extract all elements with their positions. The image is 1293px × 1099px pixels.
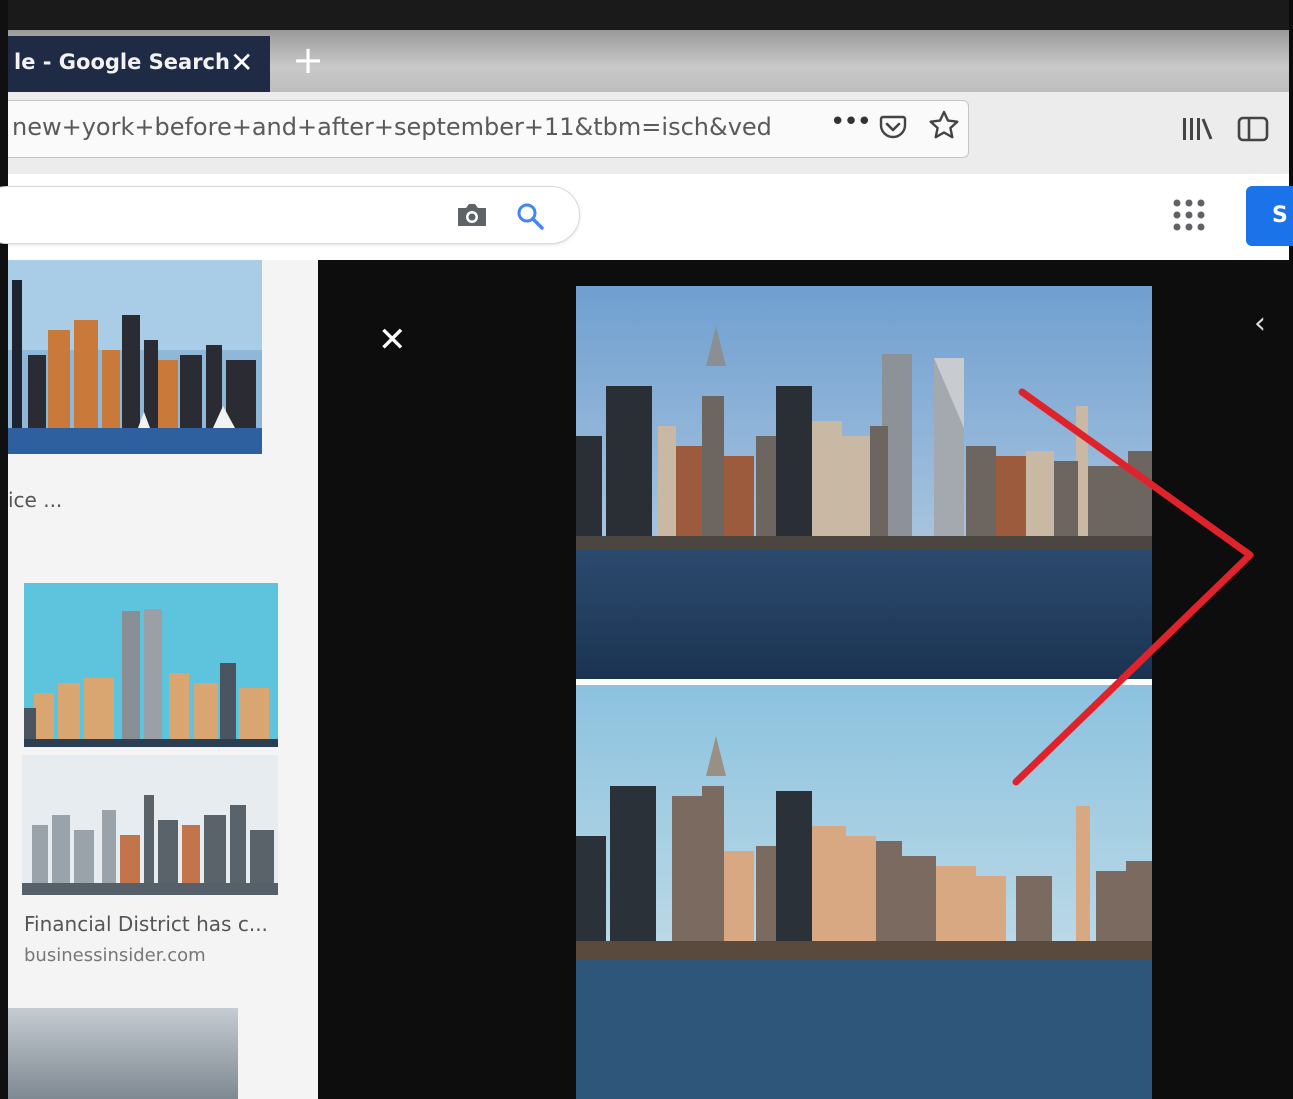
tab-title: le - Google Search [14,50,230,74]
bookmark-star-icon[interactable] [928,109,960,141]
result-caption[interactable]: Financial District has c... [24,912,268,936]
image-results-column: ice ... Financial District has c... busi… [8,260,318,1099]
navigation-bar: new+york+before+and+after+september+11&t… [8,92,1289,174]
viewer-close-icon[interactable]: ✕ [378,320,407,360]
camera-icon[interactable] [455,201,489,229]
address-bar[interactable]: new+york+before+and+after+september+11&t… [8,100,969,158]
apps-grid-icon[interactable] [1172,198,1206,232]
result-thumbnail[interactable] [8,260,262,454]
search-icon[interactable] [515,201,545,231]
result-source[interactable]: businessinsider.com [24,945,206,966]
result-thumbnail[interactable] [8,1008,238,1099]
screen-bezel-right [1289,0,1293,1099]
screen-bezel-left [0,0,8,1099]
result-thumbnail[interactable] [24,583,278,747]
image-viewer-panel: ✕ ‹ [318,260,1289,1099]
result-caption[interactable]: ice ... [8,488,62,512]
new-tab-button[interactable]: + [280,34,336,86]
tab-close-icon[interactable]: ✕ [230,46,253,79]
sign-in-button[interactable]: S [1246,186,1293,246]
browser-tab-active[interactable]: le - Google Search ✕ [8,36,270,92]
screen-bezel-top [0,0,1293,30]
search-box[interactable] [0,186,580,244]
tab-strip: le - Google Search ✕ + [8,30,1289,92]
pocket-icon[interactable] [878,111,908,141]
library-icon[interactable] [1180,114,1214,144]
viewer-prev-icon[interactable]: ‹ [1254,306,1266,341]
result-thumbnail[interactable] [22,755,278,895]
page-actions-more-icon[interactable]: ••• [830,107,872,137]
sidebar-icon[interactable] [1236,114,1270,144]
google-header: S [0,174,1293,261]
address-bar-url[interactable]: new+york+before+and+after+september+11&t… [12,113,772,141]
preview-image[interactable] [576,286,1152,1099]
